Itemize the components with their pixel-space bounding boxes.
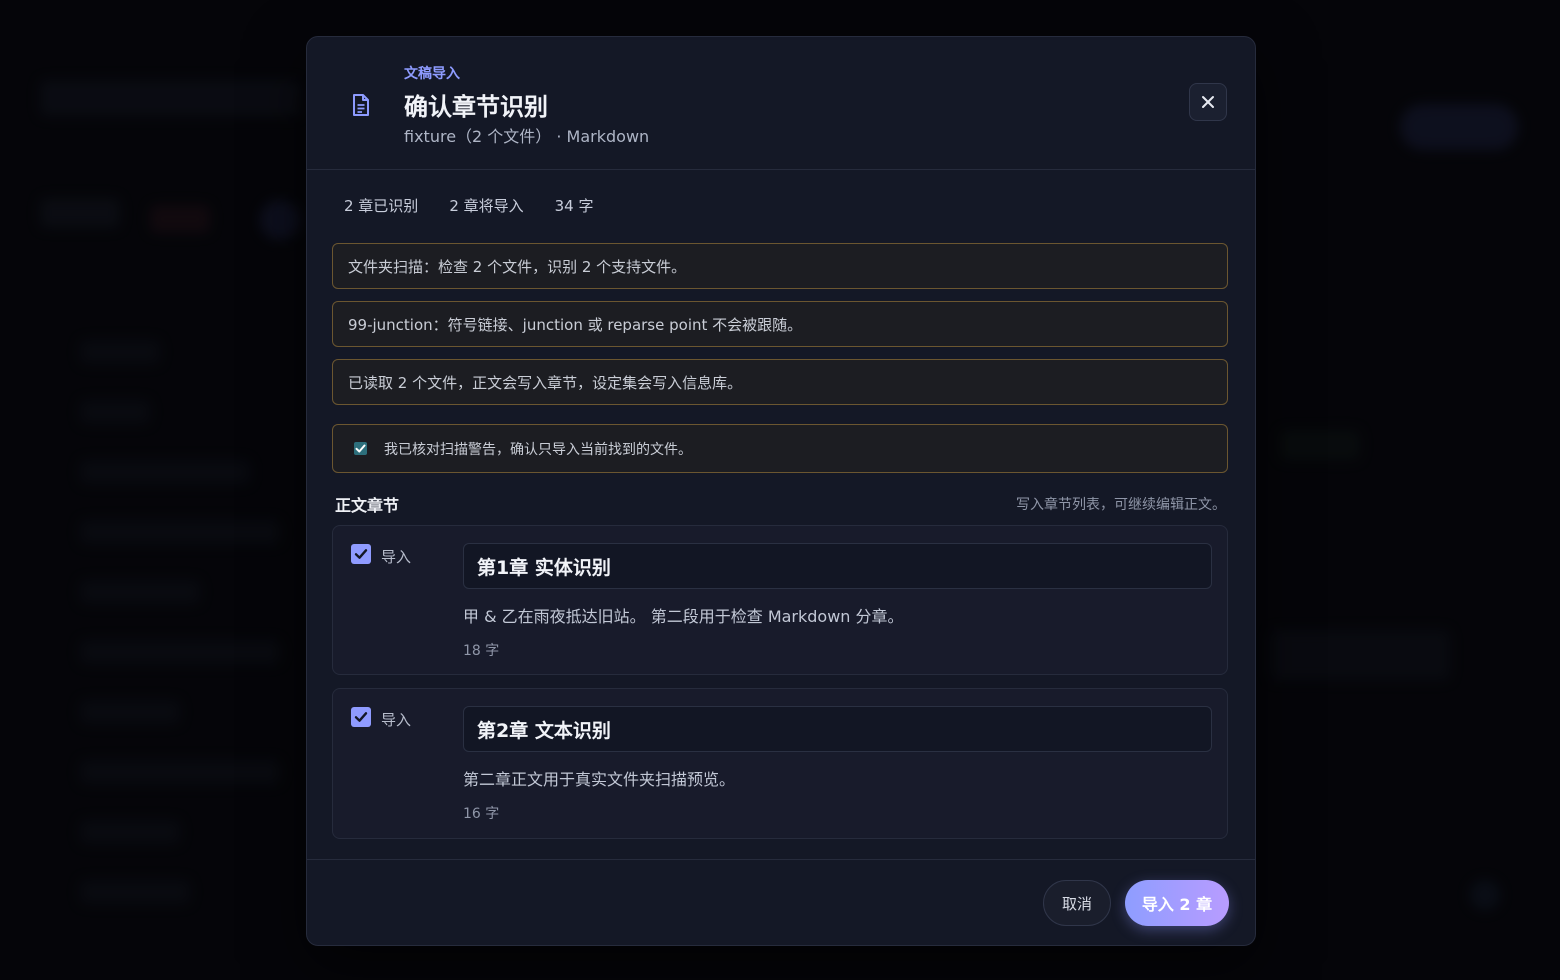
chapter-card: 导入 第1章 实体识别 甲 & 乙在雨夜抵达旧站。 第二段用于检查 Markdo… <box>332 525 1228 675</box>
chapter-word-count: 18 字 <box>463 643 500 659</box>
scan-notice: 文件夹扫描：检查 2 个文件，识别 2 个支持文件。 <box>332 243 1228 289</box>
check-icon <box>354 549 368 559</box>
dialog-subtitle: fixture（2 个文件） · Markdown <box>404 127 650 146</box>
scan-warning-confirm[interactable]: 我已核对扫描警告，确认只导入当前找到的文件。 <box>332 424 1228 473</box>
dialog-title: 确认章节识别 <box>404 93 548 121</box>
close-button[interactable] <box>1189 83 1227 121</box>
confirm-checkbox[interactable] <box>354 442 367 455</box>
read-notice: 已读取 2 个文件，正文会写入章节，设定集会写入信息库。 <box>332 359 1228 405</box>
chapter-import-checkbox[interactable] <box>351 707 371 727</box>
check-icon <box>354 712 368 722</box>
stat-to-import: 2 章将导入 <box>449 197 524 215</box>
chapter-preview: 甲 & 乙在雨夜抵达旧站。 第二段用于检查 Markdown 分章。 <box>463 607 904 626</box>
chapter-import-label: 导入 <box>381 548 412 566</box>
import-chapters-button[interactable]: 导入 2 章 <box>1125 880 1229 926</box>
document-icon <box>353 94 369 116</box>
chapter-word-count: 16 字 <box>463 806 500 822</box>
junction-notice: 99-junction：符号链接、junction 或 reparse poin… <box>332 301 1228 347</box>
chapter-import-label: 导入 <box>381 711 412 729</box>
dialog-header: 文稿导入 确认章节识别 fixture（2 个文件） · Markdown <box>307 37 1255 170</box>
chapter-card: 导入 第2章 文本识别 第二章正文用于真实文件夹扫描预览。 16 字 <box>332 688 1228 839</box>
chapter-title-input[interactable]: 第2章 文本识别 <box>463 706 1212 752</box>
section-hint: 写入章节列表，可继续编辑正文。 <box>1016 497 1226 513</box>
close-icon <box>1202 96 1214 108</box>
import-stats: 2 章已识别 2 章将导入 34 字 <box>344 195 624 216</box>
stat-recognized: 2 章已识别 <box>344 197 419 215</box>
dialog-footer: 取消 导入 2 章 <box>307 859 1255 945</box>
section-title: 正文章节 <box>335 496 400 515</box>
confirm-label: 我已核对扫描警告，确认只导入当前找到的文件。 <box>384 441 692 458</box>
dialog-eyebrow: 文稿导入 <box>404 66 460 82</box>
chapter-title-input[interactable]: 第1章 实体识别 <box>463 543 1212 589</box>
cancel-button[interactable]: 取消 <box>1043 880 1111 926</box>
import-confirm-dialog: 文稿导入 确认章节识别 fixture（2 个文件） · Markdown 2 … <box>306 36 1256 946</box>
check-icon <box>355 444 366 453</box>
chapter-import-checkbox[interactable] <box>351 544 371 564</box>
stat-word-count: 34 字 <box>554 197 594 215</box>
chapter-preview: 第二章正文用于真实文件夹扫描预览。 <box>463 770 736 789</box>
